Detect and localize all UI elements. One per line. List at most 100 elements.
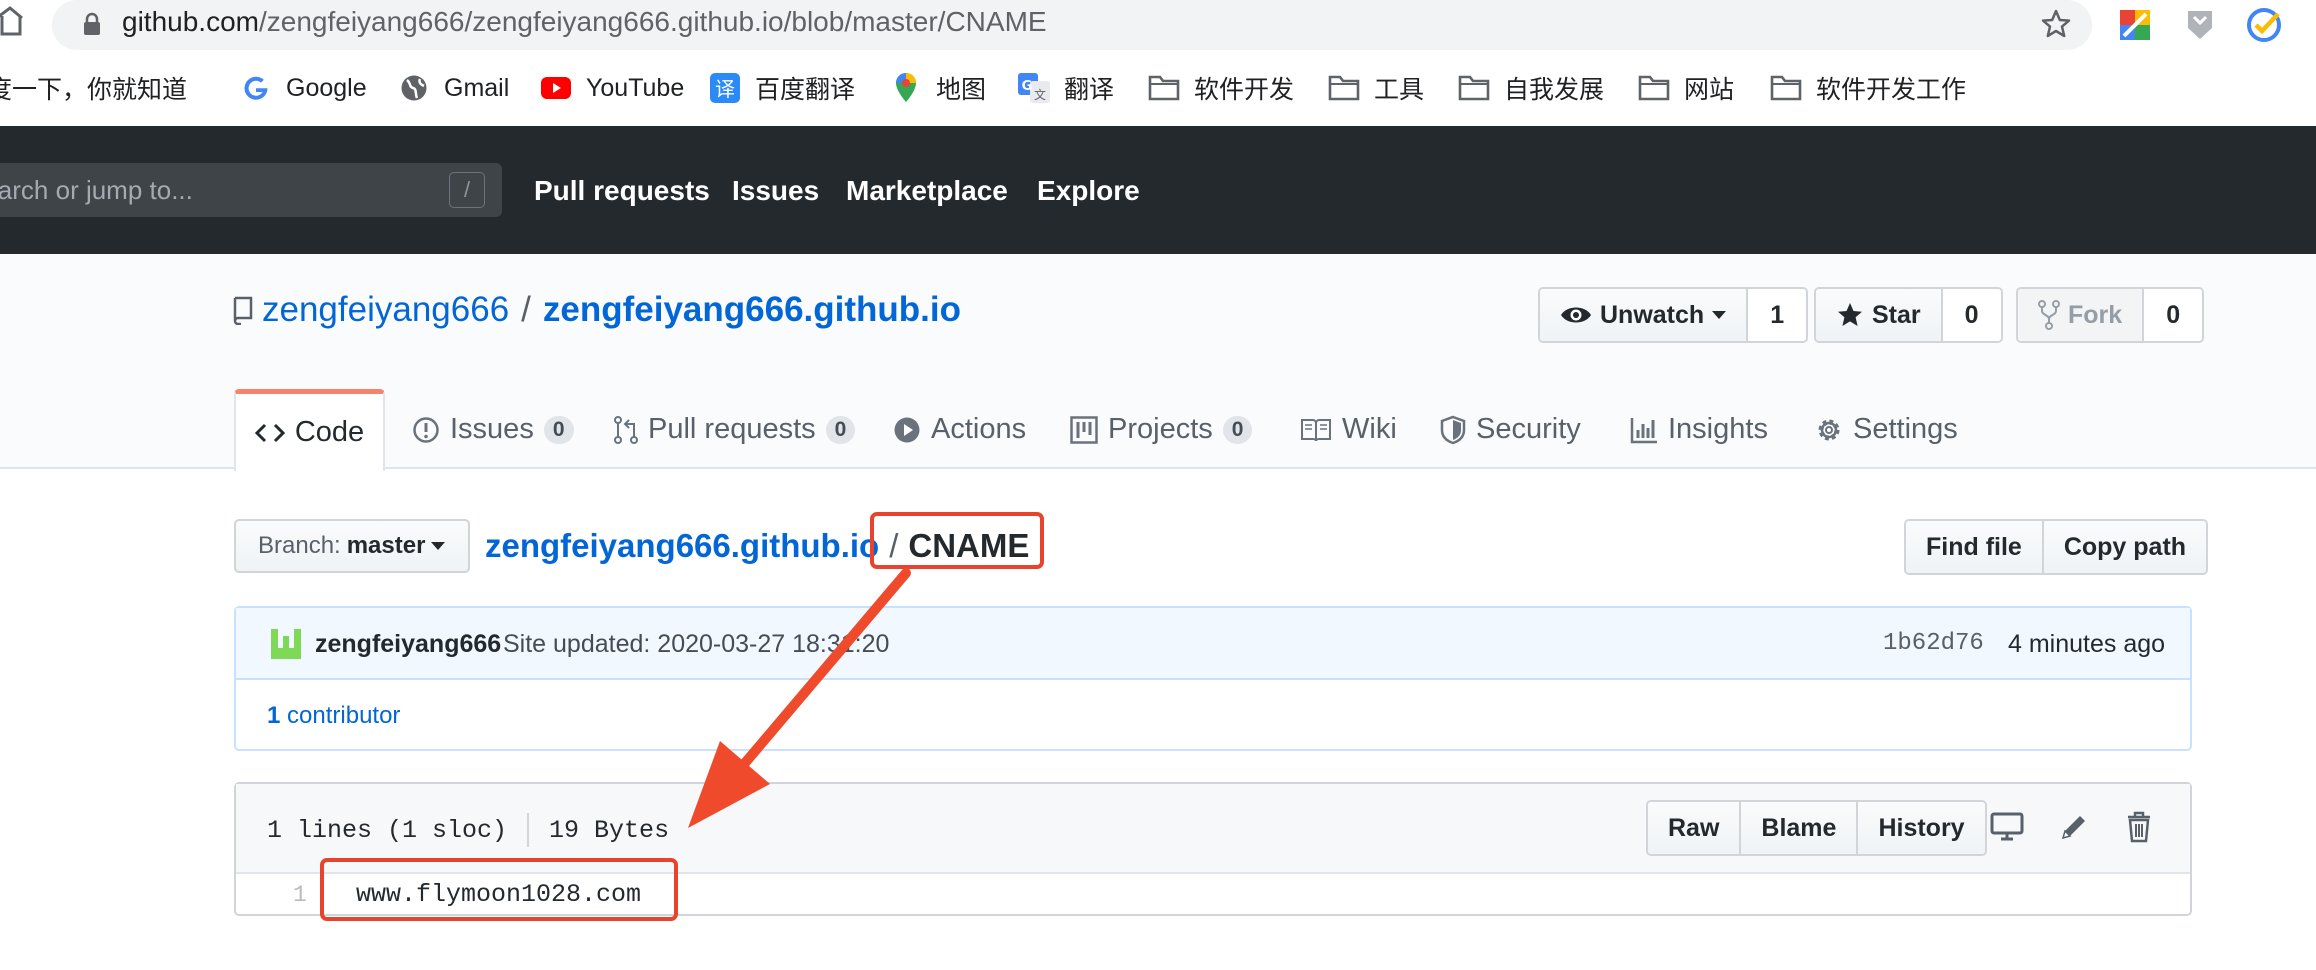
graph-icon	[1630, 416, 1658, 444]
repo-icon	[232, 295, 254, 325]
play-icon	[893, 416, 921, 444]
extension-check-icon[interactable]	[2245, 6, 2283, 44]
desktop-icon[interactable]	[1988, 808, 2026, 846]
tab-wiki[interactable]: Wiki	[1300, 390, 1397, 469]
folder-icon	[1328, 72, 1360, 104]
file-view-group: Raw Blame History	[1646, 800, 1987, 856]
youtube-icon	[540, 72, 572, 104]
contributors-count: 1	[267, 702, 281, 729]
maps-icon	[890, 72, 922, 104]
bookmark-label: 百度一下，你就知道	[0, 76, 188, 104]
fork-button[interactable]: Fork	[2018, 289, 2143, 341]
extension-shield-icon[interactable]	[2185, 8, 2215, 42]
repo-name-link[interactable]: zengfeiyang666.github.io	[543, 290, 961, 330]
svg-text:译: 译	[715, 77, 735, 101]
bookmark-translate[interactable]: G文 翻译	[1018, 70, 1114, 106]
bookmark-label: 网站	[1684, 76, 1735, 104]
commit-sha[interactable]: 1b62d76	[1883, 630, 1984, 657]
search-shortcut-hint: /	[449, 172, 485, 208]
file-actions-group: Find file Copy path	[1904, 519, 2209, 575]
bookmark-folder-dev[interactable]: 软件开发	[1148, 70, 1294, 106]
nav-explore[interactable]: Explore	[1037, 175, 1140, 207]
bookmark-label: 地图	[936, 76, 987, 104]
tab-actions[interactable]: Actions	[893, 390, 1026, 469]
commit-author[interactable]: zengfeiyang666	[315, 630, 501, 659]
bookmark-folder-sites[interactable]: 网站	[1638, 70, 1734, 106]
fork-count[interactable]: 0	[2142, 289, 2203, 341]
pencil-icon[interactable]	[2055, 808, 2093, 846]
nav-marketplace[interactable]: Marketplace	[846, 175, 1008, 207]
bookmark-maps[interactable]: 地图	[890, 70, 986, 106]
url-text[interactable]: github.com/zengfeiyang666/zengfeiyang666…	[122, 6, 1047, 38]
tab-projects[interactable]: Projects 0	[1070, 390, 1253, 469]
bookmark-label: Google	[286, 73, 367, 102]
nav-issues[interactable]: Issues	[732, 175, 819, 207]
tab-issues[interactable]: Issues 0	[412, 390, 574, 469]
shield-icon	[1440, 415, 1466, 445]
home-icon[interactable]	[0, 6, 24, 36]
fork-label: Fork	[2068, 300, 2123, 329]
raw-button[interactable]: Raw	[1648, 802, 1740, 854]
bookmark-folder-tools[interactable]: 工具	[1328, 70, 1424, 106]
tab-label: Security	[1476, 413, 1581, 445]
extension-color-icon[interactable]	[2118, 8, 2152, 42]
bookmark-star-icon[interactable]	[2040, 8, 2072, 40]
tab-code[interactable]: Code	[234, 389, 385, 471]
tab-counter: 0	[543, 415, 574, 444]
tab-label: Projects	[1108, 413, 1213, 445]
folder-icon	[1638, 72, 1670, 104]
star-count[interactable]: 0	[1940, 289, 2001, 341]
bookmark-label: Gmail	[444, 73, 510, 102]
bookmark-folder-growth[interactable]: 自我发展	[1458, 70, 1604, 106]
fork-icon	[2038, 300, 2060, 330]
history-button[interactable]: History	[1856, 802, 1985, 854]
bookmark-baidu[interactable]: 百度一下，你就知道	[0, 70, 187, 106]
repo-separator: /	[521, 290, 531, 329]
tab-label: Insights	[1668, 413, 1768, 445]
bookmark-gmail[interactable]: Gmail	[398, 70, 509, 106]
bookmark-label: 自我发展	[1504, 76, 1605, 104]
bookmark-label: 软件开发	[1194, 76, 1295, 104]
folder-icon	[1458, 72, 1490, 104]
avatar[interactable]	[268, 626, 304, 662]
bookmark-baidu-translate[interactable]: 译 百度翻译	[709, 70, 855, 106]
tab-insights[interactable]: Insights	[1630, 390, 1768, 469]
search-placeholder: Search or jump to...	[0, 175, 193, 205]
nav-pull-requests[interactable]: Pull requests	[534, 175, 710, 207]
tab-pull-requests[interactable]: Pull requests 0	[614, 390, 856, 469]
file-lines: 1 lines (1 sloc)	[267, 815, 508, 845]
gear-icon	[1815, 416, 1843, 444]
unwatch-button[interactable]: Unwatch	[1540, 289, 1747, 341]
svg-text:G: G	[1022, 79, 1033, 94]
bookmark-label: YouTube	[586, 73, 685, 102]
watch-count[interactable]: 1	[1746, 289, 1807, 341]
trash-icon[interactable]	[2120, 808, 2158, 846]
repo-title: zengfeiyang666 / zengfeiyang666.github.i…	[232, 290, 961, 330]
tab-label: Wiki	[1342, 413, 1397, 445]
repo-owner-link[interactable]: zengfeiyang666	[262, 290, 509, 330]
bookmark-folder-work[interactable]: 软件开发工作	[1770, 70, 1966, 106]
folder-icon	[1770, 72, 1802, 104]
blame-button[interactable]: Blame	[1739, 802, 1857, 854]
commit-message[interactable]: Site updated: 2020-03-27 18:31:20	[503, 630, 889, 659]
contributors-link[interactable]: 1 contributor	[267, 702, 400, 730]
line-number[interactable]: 1	[293, 882, 307, 908]
bookmark-label: 工具	[1374, 76, 1425, 104]
lock-icon[interactable]	[82, 12, 102, 36]
tab-counter: 0	[825, 415, 856, 444]
branch-selector[interactable]: Branch: master	[234, 519, 470, 573]
breadcrumb-root-link[interactable]: zengfeiyang666.github.io	[485, 527, 879, 565]
globe-icon	[398, 72, 430, 104]
star-button[interactable]: Star	[1816, 289, 1941, 341]
copy-path-button[interactable]: Copy path	[2041, 521, 2207, 573]
tab-settings[interactable]: Settings	[1815, 390, 1958, 469]
tab-security[interactable]: Security	[1440, 390, 1581, 469]
caret-down-icon	[431, 541, 446, 551]
bookmark-label: 百度翻译	[755, 76, 856, 104]
find-file-button[interactable]: Find file	[1906, 521, 2042, 573]
file-info: 1 lines (1 sloc) 19 Bytes	[267, 813, 669, 847]
bookmark-youtube[interactable]: YouTube	[540, 70, 684, 106]
tab-label: Issues	[450, 413, 534, 445]
divider	[527, 813, 530, 847]
bookmark-google[interactable]: Google	[240, 70, 367, 106]
